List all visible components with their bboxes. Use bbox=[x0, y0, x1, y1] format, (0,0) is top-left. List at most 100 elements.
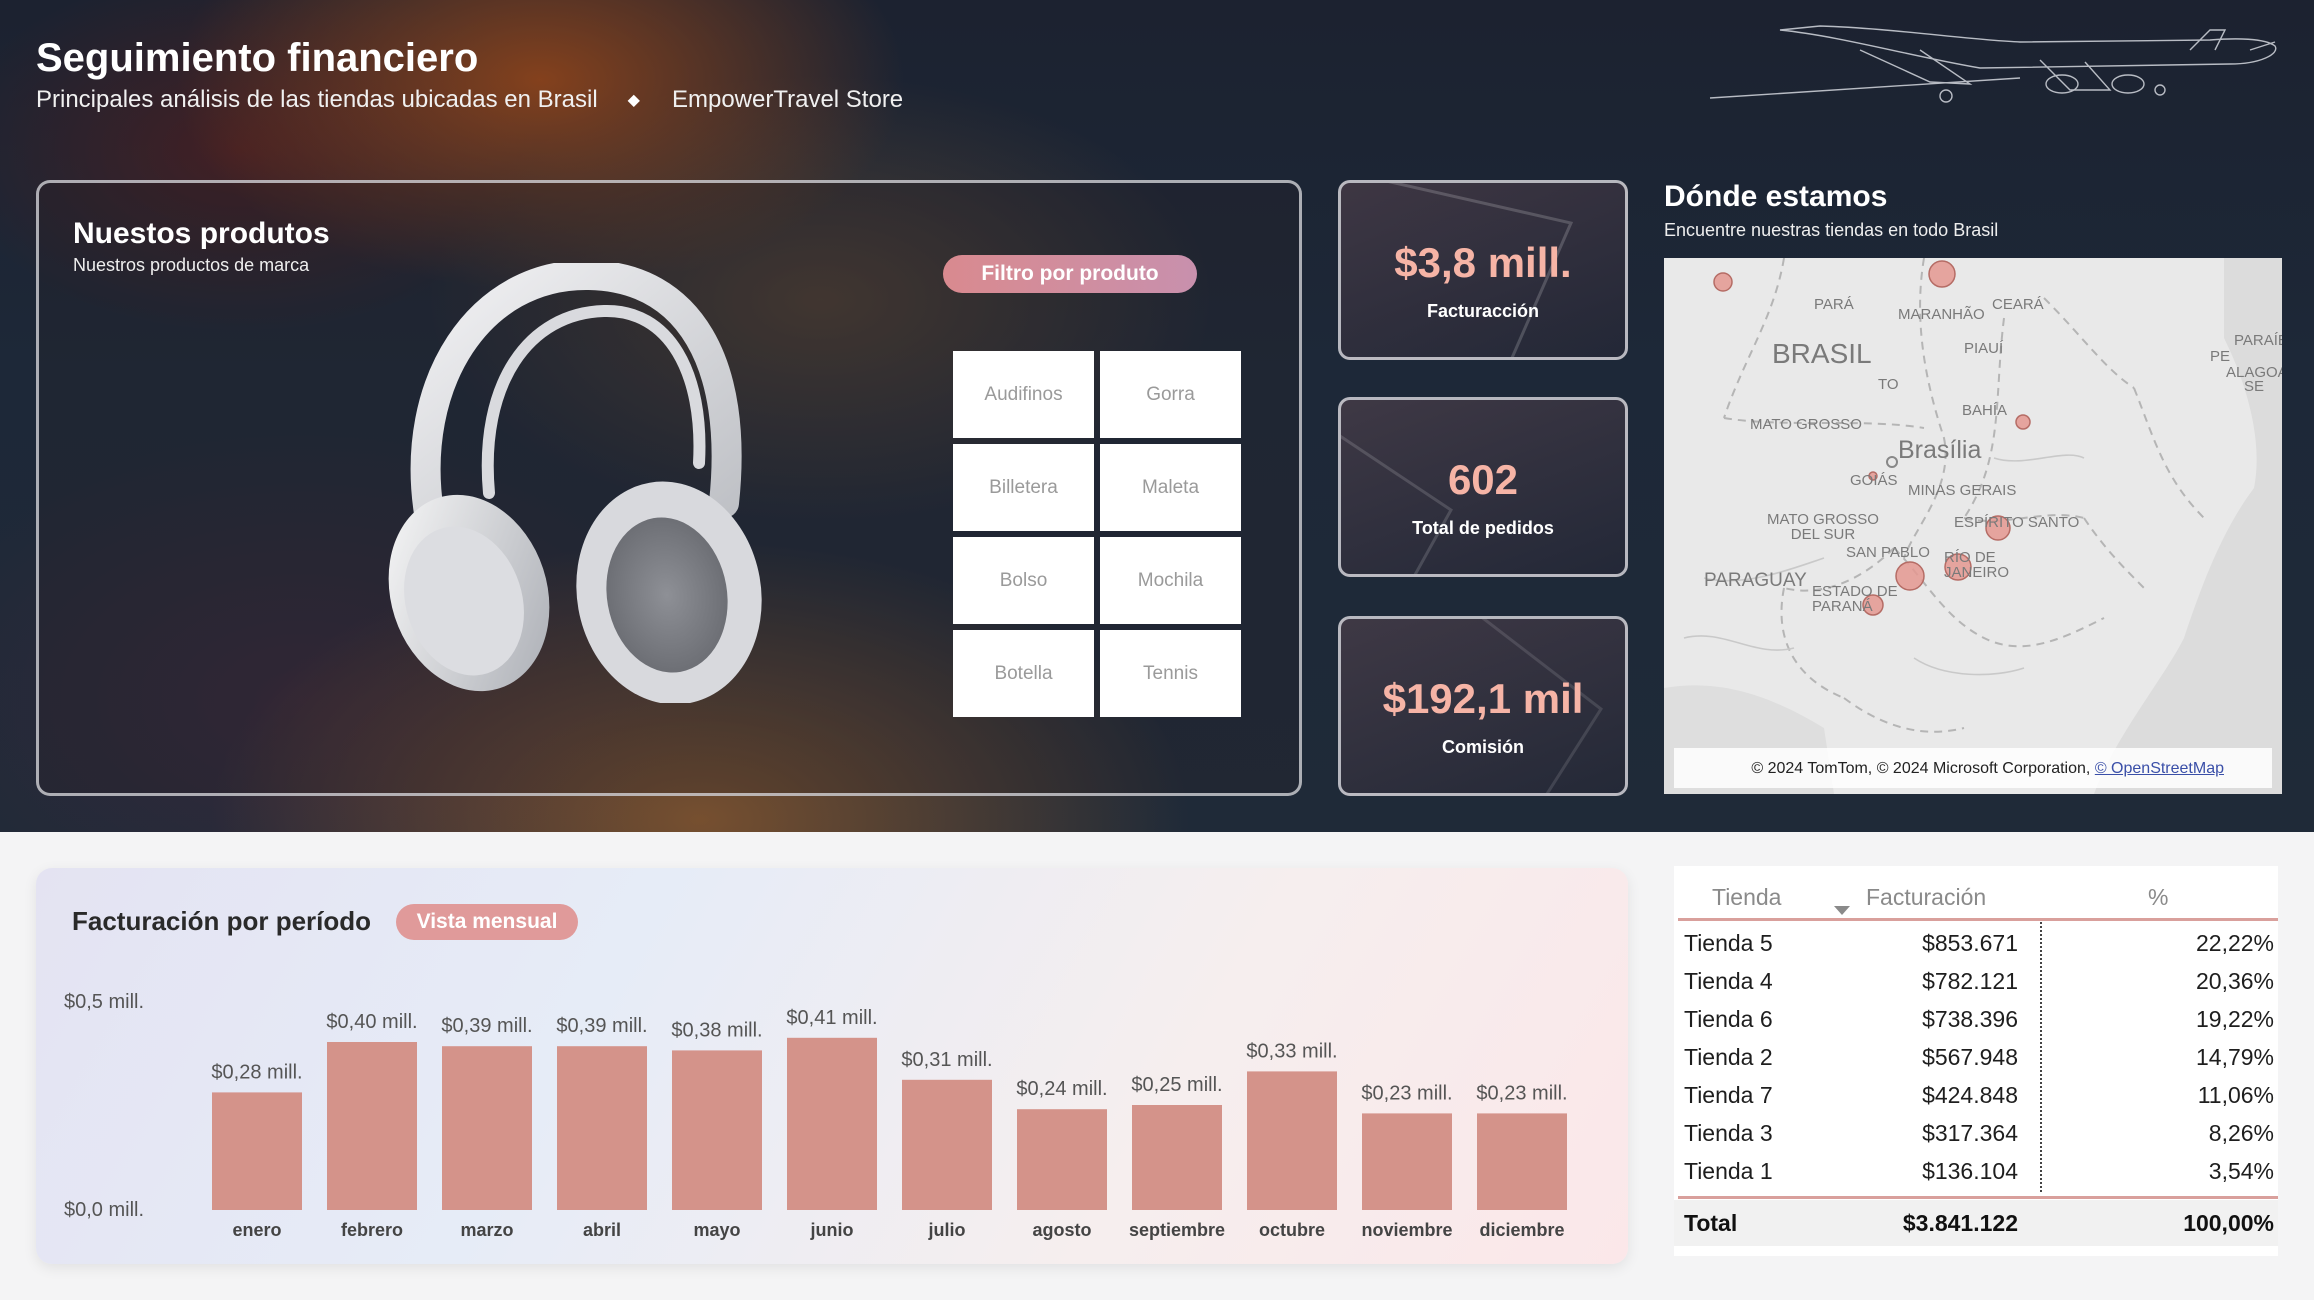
map-label-parana: ESTADO DE PARANÁ bbox=[1812, 583, 1898, 615]
map-label-brasilia: Brasília bbox=[1898, 436, 1982, 464]
bar bbox=[787, 1037, 877, 1210]
cell-facturacion: $853.671 bbox=[1922, 930, 2018, 956]
column-header-pct[interactable]: % bbox=[2148, 884, 2168, 911]
map-label-mato-grosso: MATO GROSSO bbox=[1750, 416, 1862, 433]
cell-pct: 3,54% bbox=[2208, 1158, 2274, 1184]
cell-pct: 8,26% bbox=[2208, 1120, 2274, 1146]
revenue-chart-card: Facturación por período Vista mensual $0… bbox=[36, 868, 1628, 1264]
subtitle-text: Principales análisis de las tiendas ubic… bbox=[36, 86, 598, 113]
table-row[interactable]: Tienda 6 $738.396 19,22% bbox=[1674, 1000, 2278, 1038]
map-title: Dónde estamos bbox=[1664, 180, 1888, 213]
total-divider bbox=[1678, 1196, 2278, 1199]
product-tile-mochila[interactable]: Mochila bbox=[1100, 537, 1241, 624]
store-revenue-table: Tienda Facturación % Tienda 5 $853.671 2… bbox=[1674, 866, 2278, 1256]
map-label-paraguay: PARAGUAY bbox=[1704, 570, 1807, 591]
kpi-value: $192,1 mil bbox=[1382, 675, 1584, 722]
cell-tienda: Tienda 4 bbox=[1684, 968, 1773, 994]
bar bbox=[902, 1079, 992, 1210]
kpi-card-comision: $192,1 mil Comisión bbox=[1338, 616, 1628, 796]
y-tick-label: $0,0 mill. bbox=[64, 1199, 144, 1221]
brazil-map[interactable]: PARÁ MARANHÃO CEARÁ BRASIL PIAUÍ PARAÍBA… bbox=[1664, 258, 2282, 794]
diamond-separator-icon: ◆ bbox=[627, 92, 640, 109]
table-row[interactable]: Tienda 2 $567.948 14,79% bbox=[1674, 1038, 2278, 1076]
column-header-tienda[interactable]: Tienda bbox=[1712, 884, 1781, 911]
table-row[interactable]: Tienda 7 $424.848 11,06% bbox=[1674, 1076, 2278, 1114]
cell-facturacion: $136.104 bbox=[1922, 1158, 2018, 1184]
x-tick-label: enero bbox=[232, 1220, 281, 1240]
data-label: $0,39 mill. bbox=[556, 1015, 647, 1037]
cell-facturacion: $317.364 bbox=[1922, 1120, 2018, 1146]
x-tick-label: abril bbox=[583, 1220, 621, 1240]
map-label-espirito-santo: ESPÍRITO SANTO bbox=[1954, 514, 2080, 531]
x-tick-label: noviembre bbox=[1361, 1220, 1452, 1240]
bar bbox=[557, 1046, 647, 1210]
product-tile-maleta[interactable]: Maleta bbox=[1100, 444, 1241, 531]
table-row[interactable]: Tienda 1 $136.104 3,54% bbox=[1674, 1152, 2278, 1190]
x-tick-label: marzo bbox=[460, 1220, 513, 1240]
bar bbox=[1477, 1113, 1567, 1210]
map-label-goias: GOIÁS bbox=[1850, 472, 1898, 489]
map-credit-text: © 2024 TomTom, © 2024 Microsoft Corporat… bbox=[1751, 760, 2091, 777]
table-row[interactable]: Tienda 4 $782.121 20,36% bbox=[1674, 962, 2278, 1000]
data-label: $0,39 mill. bbox=[441, 1015, 532, 1037]
kpi-value: 602 bbox=[1447, 456, 1519, 503]
store-marker bbox=[1928, 260, 1956, 288]
data-label: $0,23 mill. bbox=[1476, 1082, 1567, 1104]
cell-facturacion: $782.121 bbox=[1922, 968, 2018, 994]
openstreetmap-link[interactable]: © OpenStreetMap bbox=[2095, 760, 2224, 777]
product-tile-bolso[interactable]: Bolso bbox=[953, 537, 1094, 624]
page-title: Seguimiento financiero bbox=[36, 36, 479, 80]
kpi-value: $3,8 mill. bbox=[1394, 239, 1572, 286]
map-label-minas-gerais: MINAS GERAIS bbox=[1908, 482, 2017, 499]
x-tick-label: diciembre bbox=[1479, 1220, 1564, 1240]
kpi-card-pedidos: 602 Total de pedidos bbox=[1338, 397, 1628, 577]
cell-facturacion: $738.396 bbox=[1922, 1006, 2018, 1032]
product-tile-billetera[interactable]: Billetera bbox=[953, 444, 1094, 531]
data-label: $0,28 mill. bbox=[211, 1061, 302, 1083]
cell-facturacion: $424.848 bbox=[1922, 1082, 2018, 1108]
airplane-icon bbox=[1709, 25, 2277, 103]
data-label: $0,23 mill. bbox=[1361, 1082, 1452, 1104]
cell-tienda: Tienda 5 bbox=[1684, 930, 1773, 956]
map-label-bahia: BAHÍA bbox=[1962, 402, 2008, 419]
map-label-ceara: CEARÁ bbox=[1992, 296, 2044, 313]
bar bbox=[442, 1046, 532, 1210]
data-label: $0,31 mill. bbox=[901, 1049, 992, 1071]
product-filter-label: Filtro por produto bbox=[943, 255, 1197, 293]
kpi-label: Comisión bbox=[1441, 737, 1524, 757]
x-tick-label: mayo bbox=[693, 1220, 740, 1240]
page-subtitle: Principales análisis de las tiendas ubic… bbox=[36, 86, 903, 114]
x-tick-label: octubre bbox=[1259, 1220, 1325, 1240]
map-label-to: TO bbox=[1878, 376, 1899, 393]
data-label: $0,41 mill. bbox=[786, 1007, 877, 1029]
cell-pct: 14,79% bbox=[2195, 1044, 2274, 1070]
products-panel: Nuestos produtos Nuestros productos de m… bbox=[36, 180, 1302, 796]
table-row[interactable]: Tienda 5 $853.671 22,22% bbox=[1674, 924, 2278, 962]
map-label-san-pablo: SAN PABLO bbox=[1846, 544, 1930, 561]
product-filter-grid: Audifinos Gorra Billetera Maleta Bolso M… bbox=[953, 351, 1241, 717]
product-tile-tennis[interactable]: Tennis bbox=[1100, 630, 1241, 717]
data-label: $0,38 mill. bbox=[671, 1019, 762, 1041]
product-tile-gorra[interactable]: Gorra bbox=[1100, 351, 1241, 438]
kpi-label: Total de pedidos bbox=[1412, 518, 1554, 538]
data-label: $0,40 mill. bbox=[326, 1011, 417, 1033]
map-label-maranhao: MARANHÃO bbox=[1898, 306, 1985, 323]
total-facturacion: $3.841.122 bbox=[1902, 1210, 2018, 1236]
table-total-row: Total $3.841.122 100,00% bbox=[1674, 1200, 2278, 1246]
bar bbox=[1247, 1071, 1337, 1210]
map-label-piaui: PIAUÍ bbox=[1964, 340, 2004, 357]
headphones-image bbox=[388, 263, 762, 703]
cell-tienda: Tienda 6 bbox=[1684, 1006, 1773, 1032]
data-label: $0,33 mill. bbox=[1246, 1040, 1337, 1062]
bar bbox=[1132, 1105, 1222, 1210]
store-marker bbox=[2015, 414, 2031, 430]
sort-descending-icon[interactable] bbox=[1834, 906, 1850, 915]
store-name: EmpowerTravel Store bbox=[671, 86, 904, 113]
total-label: Total bbox=[1684, 1210, 1738, 1236]
product-tile-botella[interactable]: Botella bbox=[953, 630, 1094, 717]
table-row[interactable]: Tienda 3 $317.364 8,26% bbox=[1674, 1114, 2278, 1152]
product-tile-audifonos[interactable]: Audifinos bbox=[953, 351, 1094, 438]
x-tick-label: julio bbox=[928, 1220, 966, 1240]
column-header-facturacion[interactable]: Facturación bbox=[1866, 884, 1986, 911]
bar bbox=[212, 1092, 302, 1210]
